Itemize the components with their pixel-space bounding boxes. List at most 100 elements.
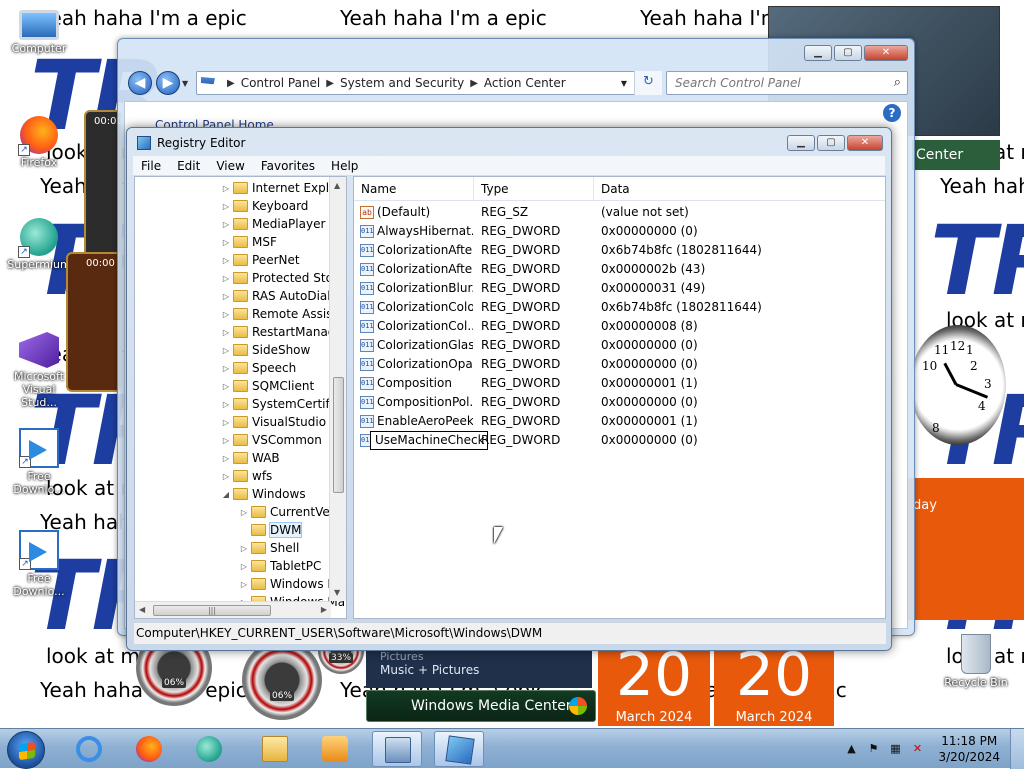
tree-item[interactable]: ▷ CurrentVer (239, 503, 335, 521)
taskbar-gadgets[interactable] (372, 731, 422, 767)
table-row[interactable]: 011 ColorizationCol... REG_DWORD 0x00000008… (354, 317, 885, 336)
calendar-gadget-1[interactable]: 20 March 2024 (598, 640, 710, 726)
column-header-name[interactable]: Name (354, 177, 474, 201)
expand-arrow-icon[interactable]: ▷ (221, 454, 231, 463)
refresh-icon[interactable]: ↻ (634, 71, 662, 95)
expand-arrow-icon[interactable]: ▷ (239, 562, 249, 571)
calendar-gadget-2[interactable]: 20 March 2024 (714, 640, 834, 726)
tree-item[interactable]: DWM (239, 521, 303, 539)
tree-item[interactable]: ▷ Keyboard (221, 197, 309, 215)
taskbar-internet-explorer[interactable] (64, 731, 114, 767)
table-row[interactable]: 011 EnableAeroPeek REG_DWORD 0x00000001 (1) (354, 412, 885, 431)
expand-arrow-icon[interactable]: ▷ (221, 238, 231, 247)
taskbar-media-player[interactable] (310, 731, 360, 767)
taskbar-windows-explorer[interactable] (250, 731, 300, 767)
tree-item[interactable]: ▷ Protected Stor (221, 269, 338, 287)
tree-item[interactable]: ▷ VSCommon (221, 431, 322, 449)
network-icon[interactable]: ▦ (888, 742, 902, 756)
table-row[interactable]: 011 AlwaysHibernat... REG_DWORD 0x00000000 … (354, 222, 885, 241)
forward-button[interactable]: ▶ (156, 71, 180, 95)
calendar-gadget-right[interactable]: day (905, 478, 1024, 620)
desktop-icon-supermium[interactable]: ↗ Supermium (3, 218, 75, 271)
tree-item[interactable]: ▷ VisualStudio (221, 413, 326, 431)
start-button[interactable] (7, 731, 45, 769)
menu-edit[interactable]: Edit (169, 159, 208, 173)
breadcrumb-item[interactable]: System and Security (340, 76, 464, 90)
expand-arrow-icon[interactable]: ▷ (221, 310, 231, 319)
table-row[interactable]: 011 UseMachineCheck REG_DWORD 0x00000000 (0… (354, 431, 885, 450)
table-row[interactable]: ab (Default) REG_SZ (value not set) (354, 203, 885, 222)
desktop-icon-free-download-2[interactable]: ↗ Free Downlo... (3, 530, 75, 598)
media-center-gadget[interactable]: Windows Media Center (366, 690, 596, 722)
table-row[interactable]: 011 ColorizationAfte... REG_DWORD 0x6b74b8f… (354, 241, 885, 260)
close-button[interactable]: ✕ (847, 135, 883, 151)
tree-item[interactable]: ◢ Windows (221, 485, 306, 503)
table-row[interactable]: 011ColorizationGlas... REG_DWORD 0x0000000… (354, 336, 885, 355)
collapse-arrow-icon[interactable]: ◢ (221, 490, 231, 499)
tree-item[interactable]: ▷ TabletPC (239, 557, 321, 575)
tree-item[interactable]: ▷ RAS AutoDial (221, 287, 331, 305)
tree-horizontal-scrollbar[interactable]: ◀ ||| ▶ (135, 601, 331, 618)
breadcrumb-item[interactable]: Action Center (484, 76, 566, 90)
table-row[interactable]: 011 ColorizationBlur... REG_DWORD 0x0000003… (354, 279, 885, 298)
volume-muted-icon[interactable]: ✕ (910, 742, 924, 756)
clock-gadget[interactable]: 12 2 3 4 8 10 11 1 (910, 325, 1006, 445)
desktop-icon-visual-studio[interactable]: Microsoft Visual Stud... (3, 332, 75, 409)
desktop-icon-recycle-bin[interactable]: Recycle Bin (940, 634, 1012, 689)
scrollbar-thumb[interactable] (333, 377, 344, 493)
scroll-up-icon[interactable]: ▲ (334, 181, 340, 190)
scroll-down-icon[interactable]: ▼ (334, 588, 340, 597)
recent-pages-dropdown[interactable]: ▼ (182, 79, 188, 88)
expand-arrow-icon[interactable]: ▷ (221, 418, 231, 427)
desktop-icon-computer[interactable]: Computer (3, 10, 75, 55)
address-dropdown-icon[interactable]: ▼ (621, 79, 627, 88)
help-icon[interactable]: ? (883, 104, 901, 122)
show-hidden-icons-icon[interactable]: ▲ (844, 742, 858, 756)
expand-arrow-icon[interactable]: ▷ (221, 400, 231, 409)
tree-item[interactable]: ▷ Shell (239, 539, 299, 557)
expand-arrow-icon[interactable]: ▷ (221, 436, 231, 445)
rename-value-input[interactable]: UseMachineCheck (370, 431, 488, 450)
close-button[interactable]: ✕ (864, 45, 908, 61)
expand-arrow-icon[interactable]: ▷ (239, 508, 249, 517)
menu-help[interactable]: Help (323, 159, 366, 173)
expand-arrow-icon[interactable]: ▷ (239, 580, 249, 589)
expand-arrow-icon[interactable]: ▷ (221, 184, 231, 193)
tree-item[interactable]: ▷ MSF (221, 233, 277, 251)
scrollbar-thumb[interactable]: ||| (153, 605, 271, 616)
media-center-tab[interactable]: Center (912, 140, 1000, 170)
registry-key-tree[interactable]: ▷ Internet Explor ▷ Keyboard ▷ MediaPlayer ▷ MS… (134, 176, 347, 619)
tree-item[interactable]: ▷ Remote Assist (221, 305, 337, 323)
maximize-button[interactable]: ▢ (834, 45, 862, 61)
maximize-button[interactable]: ▢ (817, 135, 845, 151)
table-row[interactable]: 011 ColorizationColor REG_DWORD 0x6b74b8fc … (354, 298, 885, 317)
minimize-button[interactable]: ▁ (787, 135, 815, 151)
table-row[interactable]: 011 Composition REG_DWORD 0x00000001 (1) (354, 374, 885, 393)
menu-view[interactable]: View (208, 159, 252, 173)
expand-arrow-icon[interactable]: ▷ (221, 328, 231, 337)
tree-item[interactable]: ▷ PeerNet (221, 251, 300, 269)
column-header-type[interactable]: Type (474, 177, 594, 201)
expand-arrow-icon[interactable]: ▷ (221, 202, 231, 211)
desktop-icon-firefox[interactable]: ↗ Firefox (3, 116, 75, 169)
expand-arrow-icon[interactable]: ▷ (221, 346, 231, 355)
tree-item[interactable]: ▷ Windows E (239, 575, 335, 593)
tree-item[interactable]: ▷ SystemCertific (221, 395, 340, 413)
gadget-timer-2[interactable]: 00:00 (66, 252, 122, 392)
show-desktop-button[interactable] (1010, 729, 1024, 769)
expand-arrow-icon[interactable]: ▷ (221, 472, 231, 481)
expand-arrow-icon[interactable]: ▷ (221, 364, 231, 373)
expand-arrow-icon[interactable]: ▷ (239, 544, 249, 553)
tree-vertical-scrollbar[interactable]: ▲ ▼ (329, 177, 346, 601)
expand-arrow-icon[interactable]: ▷ (221, 256, 231, 265)
tree-item[interactable]: ▷ SQMClient (221, 377, 314, 395)
registry-values-list[interactable]: Name Type Data ab (Default) REG_SZ (value n… (353, 176, 886, 619)
column-header-data[interactable]: Data (594, 177, 885, 201)
expand-arrow-icon[interactable]: ▷ (221, 292, 231, 301)
expand-arrow-icon[interactable]: ▷ (221, 382, 231, 391)
tree-item[interactable]: ▷ Speech (221, 359, 296, 377)
desktop-icon-free-download-1[interactable]: ↗ Free Downlo... (3, 428, 75, 496)
taskbar-registry-editor[interactable] (434, 731, 484, 767)
table-row[interactable]: 011ColorizationOpa... REG_DWORD 0x00000000… (354, 355, 885, 374)
menu-favorites[interactable]: Favorites (253, 159, 323, 173)
